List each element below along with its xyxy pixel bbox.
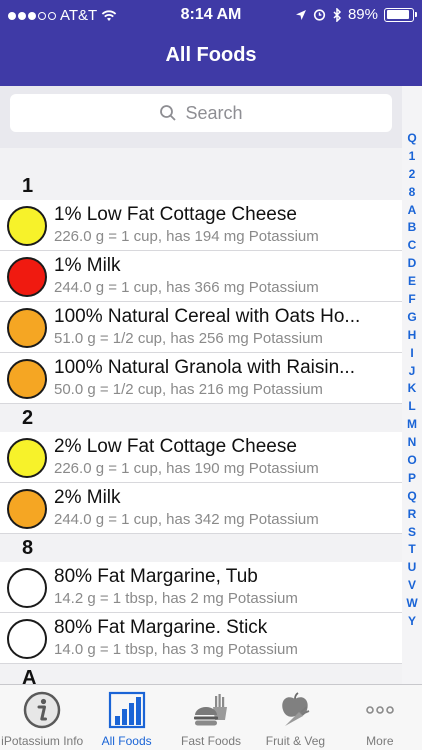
battery-level bbox=[386, 10, 409, 19]
index-letter[interactable]: T bbox=[402, 541, 422, 559]
index-letter[interactable]: R bbox=[402, 506, 422, 524]
food-detail: 226.0 g = 1 cup, has 190 mg Potassium bbox=[54, 460, 319, 477]
index-letter[interactable]: Y bbox=[402, 613, 422, 631]
potassium-level-circle bbox=[7, 438, 47, 478]
index-letter[interactable]: H bbox=[402, 327, 422, 345]
index-letter[interactable]: G bbox=[402, 309, 422, 327]
tab-fast-foods[interactable]: Fast Foods bbox=[169, 685, 253, 750]
food-detail: 51.0 g = 1/2 cup, has 256 mg Potassium bbox=[54, 330, 323, 347]
food-name: 2% Low Fat Cottage Cheese bbox=[54, 436, 297, 457]
page-title: All Foods bbox=[165, 44, 257, 66]
status-bar: AT&T 8:14 AM 89% bbox=[0, 0, 422, 32]
info-icon bbox=[23, 691, 61, 729]
potassium-level-circle bbox=[7, 257, 47, 297]
index-letter[interactable]: O bbox=[402, 452, 422, 470]
index-letter[interactable]: V bbox=[402, 577, 422, 595]
food-detail: 226.0 g = 1 cup, has 194 mg Potassium bbox=[54, 228, 319, 245]
food-row[interactable]: 2% Milk 244.0 g = 1 cup, has 342 mg Potas… bbox=[0, 483, 402, 534]
index-letter[interactable]: J bbox=[402, 363, 422, 381]
food-detail: 14.2 g = 1 tbsp, has 2 mg Potassium bbox=[54, 590, 298, 607]
burger-fries-icon bbox=[194, 694, 228, 726]
index-letter[interactable]: A bbox=[402, 202, 422, 220]
index-letter[interactable]: N bbox=[402, 434, 422, 452]
index-letter[interactable]: Q bbox=[402, 488, 422, 506]
section-index[interactable]: Q128ABCDEFGHIJKLMNOPQRSTUVWY bbox=[402, 86, 422, 684]
index-letter[interactable]: K bbox=[402, 380, 422, 398]
search-icon bbox=[160, 105, 177, 121]
food-name: 100% Natural Cereal with Oats Ho... bbox=[54, 306, 361, 327]
search-placeholder: Search bbox=[185, 102, 243, 123]
food-detail: 244.0 g = 1 cup, has 342 mg Potassium bbox=[54, 511, 319, 528]
battery-percent: 89% bbox=[347, 6, 378, 23]
potassium-level-circle bbox=[7, 568, 47, 608]
food-name: 80% Fat Margarine, Tub bbox=[54, 566, 258, 587]
index-letter[interactable]: L bbox=[402, 398, 422, 416]
food-row[interactable]: 1% Low Fat Cottage Cheese 226.0 g = 1 cup… bbox=[0, 200, 402, 251]
index-letter[interactable]: S bbox=[402, 524, 422, 542]
food-detail: 14.0 g = 1 tbsp, has 3 mg Potassium bbox=[54, 641, 298, 658]
bar-chart-icon bbox=[108, 691, 145, 729]
food-row[interactable]: 100% Natural Cereal with Oats Ho... 51.0 … bbox=[0, 302, 402, 353]
status-right: 89% bbox=[295, 6, 417, 23]
search-input[interactable]: Search bbox=[10, 94, 392, 132]
food-list[interactable]: 1 1% Low Fat Cottage Cheese 226.0 g = 1 cu… bbox=[0, 148, 402, 684]
food-row[interactable]: 2% Low Fat Cottage Cheese 226.0 g = 1 cup… bbox=[0, 432, 402, 483]
potassium-level-circle bbox=[7, 206, 47, 246]
potassium-level-circle bbox=[7, 359, 47, 399]
tab-fruit-veg[interactable]: Fruit & Veg bbox=[253, 685, 337, 750]
battery-icon bbox=[384, 7, 417, 22]
index-letter[interactable]: 8 bbox=[402, 184, 422, 202]
potassium-level-circle bbox=[7, 489, 47, 529]
food-name: 80% Fat Margarine. Stick bbox=[54, 617, 268, 638]
index-search-icon[interactable]: Q bbox=[402, 130, 422, 148]
tab-label: All Foods bbox=[101, 734, 152, 748]
more-icon bbox=[366, 706, 394, 714]
section-header: 8 bbox=[0, 534, 402, 562]
food-row[interactable]: 100% Natural Granola with Raisin... 50.0 … bbox=[0, 353, 402, 404]
index-letter[interactable]: M bbox=[402, 416, 422, 434]
index-letter[interactable]: C bbox=[402, 237, 422, 255]
potassium-level-circle bbox=[7, 308, 47, 348]
tab-ipotassium-info[interactable]: iPotassium Info bbox=[0, 685, 84, 750]
tab-label: iPotassium Info bbox=[1, 734, 84, 748]
food-name: 1% Milk bbox=[54, 255, 121, 276]
bluetooth-icon bbox=[333, 7, 342, 22]
index-letter[interactable]: B bbox=[402, 219, 422, 237]
food-row[interactable]: 1% Milk 244.0 g = 1 cup, has 366 mg Potas… bbox=[0, 251, 402, 302]
tab-bar: iPotassium Info All Foods Fast Foods Fru… bbox=[0, 684, 422, 750]
tab-more[interactable]: More bbox=[338, 685, 422, 750]
index-letter[interactable]: D bbox=[402, 255, 422, 273]
index-letter[interactable]: I bbox=[402, 345, 422, 363]
section-header: 1 bbox=[0, 148, 402, 200]
section-index-list[interactable]: Q128ABCDEFGHIJKLMNOPQRSTUVWY bbox=[402, 130, 422, 631]
location-icon bbox=[295, 9, 306, 20]
tab-all-foods[interactable]: All Foods bbox=[84, 685, 168, 750]
tab-label: Fruit & Veg bbox=[265, 734, 326, 748]
index-letter[interactable]: F bbox=[402, 291, 422, 309]
index-letter[interactable]: 1 bbox=[402, 148, 422, 166]
tab-label: More bbox=[366, 734, 394, 748]
apple-carrot-icon bbox=[282, 692, 310, 726]
index-letter[interactable]: E bbox=[402, 273, 422, 291]
index-letter[interactable]: P bbox=[402, 470, 422, 488]
food-row[interactable]: 80% Fat Margarine, Tub 14.2 g = 1 tbsp, h… bbox=[0, 562, 402, 613]
food-name: 100% Natural Granola with Raisin... bbox=[54, 357, 355, 378]
index-letter[interactable]: U bbox=[402, 559, 422, 577]
food-detail: 244.0 g = 1 cup, has 366 mg Potassium bbox=[54, 279, 319, 296]
food-row[interactable]: 80% Fat Margarine. Stick 14.0 g = 1 tbsp,… bbox=[0, 613, 402, 664]
section-header: A bbox=[0, 664, 402, 684]
food-name: 1% Low Fat Cottage Cheese bbox=[54, 204, 297, 225]
tab-label: Fast Foods bbox=[181, 734, 242, 748]
alarm-icon bbox=[313, 9, 326, 21]
search-bar: Search bbox=[0, 86, 402, 148]
food-detail: 50.0 g = 1/2 cup, has 216 mg Potassium bbox=[54, 381, 323, 398]
index-letter[interactable]: 2 bbox=[402, 166, 422, 184]
header: AT&T 8:14 AM 89% All Foods bbox=[0, 0, 422, 86]
food-name: 2% Milk bbox=[54, 487, 121, 508]
potassium-level-circle bbox=[7, 619, 47, 659]
index-letter[interactable]: W bbox=[402, 595, 422, 613]
section-header: 2 bbox=[0, 404, 402, 432]
